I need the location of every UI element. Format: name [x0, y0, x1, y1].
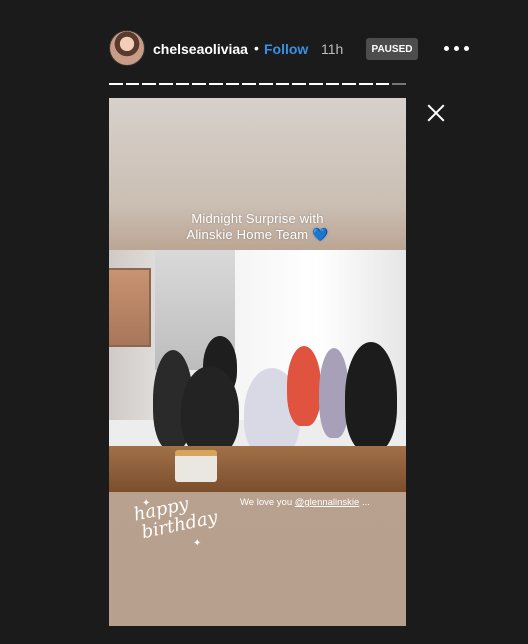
progress-segment [109, 83, 123, 85]
story-header: chelseaoliviaa • Follow 11h PAUSED [0, 0, 528, 84]
progress-segment [309, 83, 323, 85]
story-caption: Midnight Surprise with Alinskie Home Tea… [109, 211, 406, 243]
close-icon[interactable] [424, 101, 448, 125]
sparkle-icon: ✦ [142, 498, 151, 509]
profile-avatar[interactable] [110, 31, 144, 65]
progress-segment [159, 83, 173, 85]
progress-segment [225, 83, 240, 85]
progress-segment [292, 83, 307, 85]
progress-segment [142, 83, 157, 85]
mention-link[interactable]: @glennalinskie [295, 497, 360, 508]
story-text-sticker: We love you @glennalinskie ... [240, 497, 370, 508]
sparkle-icon: ✦ [193, 538, 202, 549]
person [181, 366, 239, 456]
paused-badge: PAUSED [366, 38, 418, 60]
more-options-icon[interactable] [444, 38, 470, 58]
post-time: 11h [321, 41, 344, 57]
group-photo [109, 250, 406, 492]
person [345, 342, 397, 452]
progress-segment [125, 83, 140, 85]
progress-segment [242, 83, 257, 85]
birthday-cake [175, 450, 217, 482]
wall-portrait-left [109, 270, 149, 345]
username[interactable]: chelseaoliviaa [153, 41, 248, 57]
story-content[interactable]: Midnight Surprise with Alinskie Home Tea… [109, 98, 406, 626]
progress-segment [175, 83, 190, 85]
progress-segment [209, 83, 223, 85]
progress-segment [392, 83, 407, 85]
caption-line-1: Midnight Surprise with [191, 211, 324, 226]
progress-segment [275, 83, 290, 85]
progress-segment [192, 83, 207, 85]
caption-line-2: Alinskie Home Team 💙 [186, 227, 329, 242]
progress-segment [259, 83, 273, 85]
love-suffix: ... [359, 497, 370, 508]
story-progress-bar [109, 83, 407, 85]
person [287, 346, 321, 426]
progress-segment [375, 83, 390, 85]
love-text: We love you [240, 497, 295, 508]
progress-segment [325, 83, 340, 85]
table [109, 446, 406, 492]
progress-segment [342, 83, 357, 85]
follow-button[interactable]: Follow [264, 41, 308, 57]
separator-dot: • [254, 40, 259, 56]
progress-segment [359, 83, 373, 85]
